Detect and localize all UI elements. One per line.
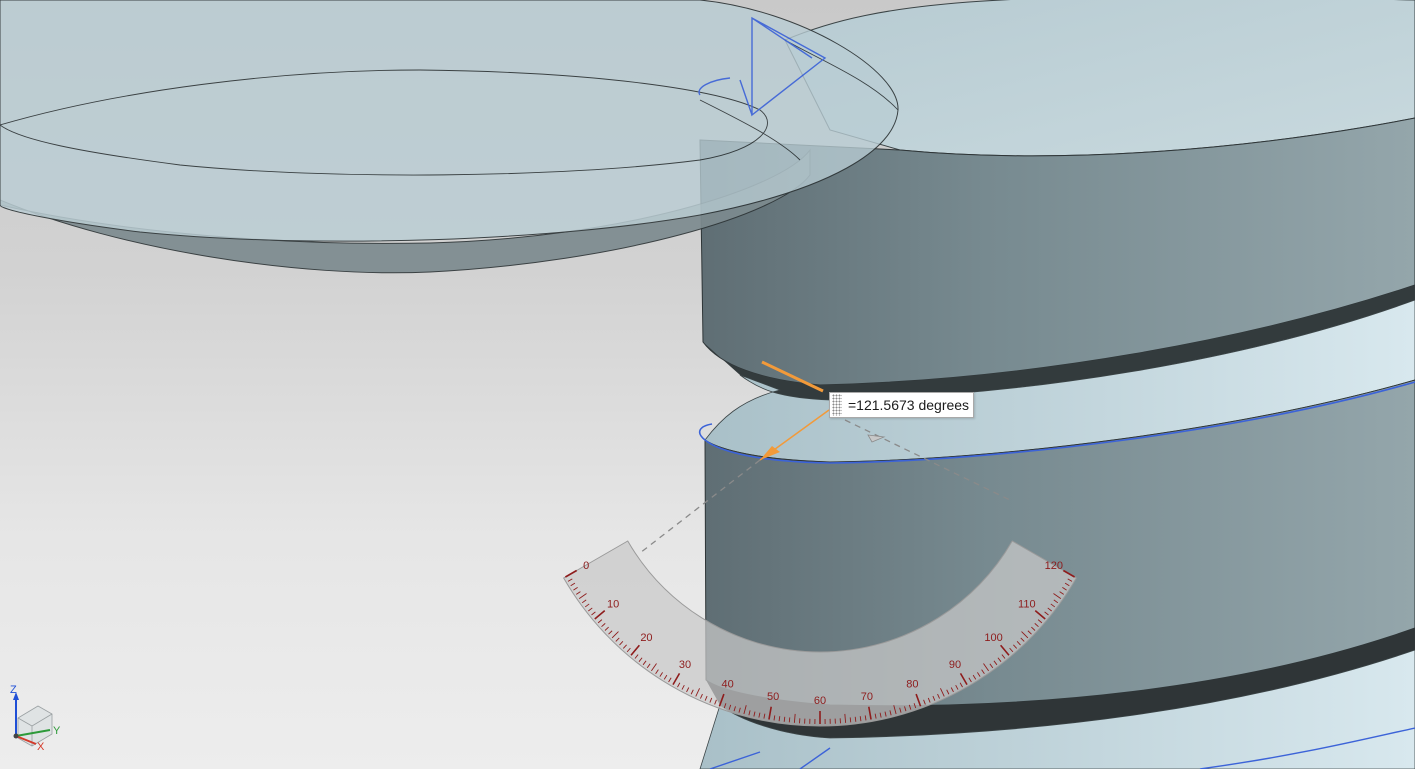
- angle-value: =121.5673 degrees: [848, 397, 970, 413]
- protractor-tick: [788, 717, 791, 723]
- protractor-label: 110: [1018, 599, 1036, 611]
- triad-cube-icon[interactable]: [17, 705, 53, 747]
- protractor-label: 80: [906, 679, 918, 691]
- protractor-label: 60: [814, 695, 826, 707]
- y-axis-label: Y: [53, 725, 61, 737]
- measurement-readout[interactable]: =121.5673 degrees: [829, 392, 974, 418]
- protractor-tick: [854, 716, 857, 722]
- protractor-label: 100: [984, 632, 1002, 644]
- drag-grip-icon[interactable]: [832, 394, 842, 416]
- protractor-label: 50: [767, 691, 779, 703]
- protractor-label: 30: [679, 659, 691, 671]
- model-scene[interactable]: 0 10 20 30 40 50 60 70 80 90 100 110 120: [0, 0, 1415, 769]
- protractor-label: 90: [949, 659, 961, 671]
- protractor-label: 0: [583, 560, 589, 572]
- protractor-tick: [849, 717, 852, 723]
- x-axis-label: X: [37, 741, 45, 753]
- protractor-label: 20: [640, 632, 652, 644]
- protractor-tick: [783, 716, 786, 722]
- protractor-label: 10: [607, 599, 619, 611]
- protractor-label: 40: [722, 679, 734, 691]
- z-axis-label: Z: [10, 684, 17, 696]
- protractor-label: 70: [861, 691, 873, 703]
- graphics-viewport[interactable]: 0 10 20 30 40 50 60 70 80 90 100 110 120 =121.5673 d…: [0, 0, 1415, 769]
- protractor-label: 120: [1045, 560, 1063, 572]
- view-triad[interactable]: Z Y X: [6, 684, 66, 754]
